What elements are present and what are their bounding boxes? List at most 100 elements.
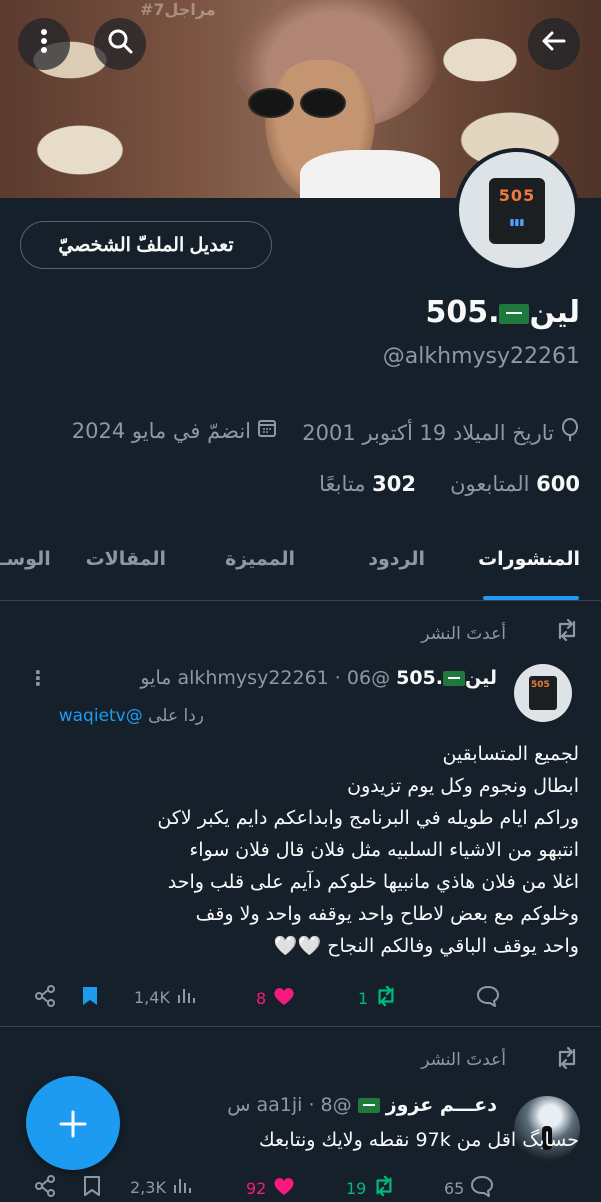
calendar-icon — [257, 418, 277, 443]
join-date: انضمّ في مايو 2024 — [72, 418, 277, 443]
post-line: حسابگ اقل من 97k نقطه ولايك ونتابعك — [258, 1129, 579, 1151]
repost-action[interactable]: 19 — [346, 1175, 396, 1202]
sunglasses-right — [300, 88, 346, 118]
profile-name: لين .505 — [425, 295, 580, 330]
compose-button[interactable] — [26, 1076, 120, 1170]
share-action[interactable] — [34, 985, 56, 1012]
banner-watermark: #مراجل7 — [140, 0, 216, 19]
tab-media[interactable]: الوسـ — [0, 548, 51, 570]
post-divider — [0, 1026, 601, 1027]
repost-icon — [374, 985, 398, 1012]
share-icon — [34, 1175, 56, 1202]
search-icon — [106, 27, 134, 62]
balloon-icon — [560, 418, 580, 447]
like-action[interactable]: 8 — [256, 985, 296, 1012]
more-button[interactable] — [18, 18, 70, 70]
post-body: لجميع المتسابقين ابطال ونجوم وكل يوم تزي… — [99, 738, 579, 962]
views-action[interactable]: 2,3K — [130, 1175, 192, 1200]
repost-icon — [372, 1175, 396, 1202]
repost-icon — [554, 1046, 580, 1076]
heart-icon — [272, 1175, 296, 1202]
bookmark-icon — [82, 1175, 102, 1202]
followers-count: 600 — [536, 472, 580, 496]
post-more-icon[interactable]: ⋮ — [28, 666, 48, 690]
comment-icon — [470, 1175, 494, 1202]
following-count: 302 — [372, 472, 416, 496]
post-author-name[interactable]: دعـــم عزوز — [386, 1094, 497, 1116]
like-count: 92 — [246, 1179, 267, 1198]
like-action[interactable]: 92 — [246, 1175, 296, 1202]
post-handle-time: @aa1ji · 8 س — [227, 1094, 352, 1116]
reply-count: 65 — [444, 1179, 465, 1198]
followers-label: المتابعون — [450, 472, 530, 496]
profile-handle: @alkhmysy22261 — [382, 344, 580, 369]
edit-profile-button[interactable]: تعديل الملفّ الشخصيّ — [20, 221, 272, 269]
post-avatar[interactable]: 505 — [514, 664, 572, 722]
comment-icon — [476, 985, 500, 1012]
avatar-device: 505 — [529, 676, 557, 710]
repost-count: 19 — [346, 1179, 367, 1198]
reposted-label: أعدتَ النشر — [421, 1050, 506, 1070]
share-icon — [34, 985, 56, 1012]
reply-to-line: ردا على @waqietv — [59, 706, 204, 726]
reply-to-link[interactable]: @waqietv — [59, 706, 143, 726]
search-button[interactable] — [94, 18, 146, 70]
views-count: 1,4K — [134, 988, 170, 1007]
post-line: ابطال ونجوم وكل يوم تزيدون — [347, 775, 579, 797]
tab-highlights[interactable]: المميزة — [225, 548, 295, 570]
post-line: لجميع المتسابقين — [442, 743, 579, 765]
post-line: وراكم ايام طويله في البرنامج وابداعكم دا… — [157, 807, 579, 829]
share-action[interactable] — [34, 1175, 56, 1202]
saudi-flag-icon — [499, 303, 530, 324]
bookmark-action[interactable] — [80, 985, 100, 1012]
banner-cloth — [300, 150, 440, 198]
following-link[interactable]: 302 متابعًا — [319, 472, 416, 496]
followers-link[interactable]: 600 المتابعون — [450, 472, 580, 496]
profile-name-text: لين — [529, 295, 580, 330]
reply-action[interactable] — [470, 985, 500, 1012]
tab-articles[interactable]: المقالات — [86, 548, 166, 570]
post-line: اغلا من فلان هاذي مانبيها خلوكم دآيم على… — [167, 871, 579, 893]
bar-chart-icon — [176, 985, 196, 1010]
views-count: 2,3K — [130, 1178, 166, 1197]
post-handle-time: @alkhmysy22261 · 06 مايو — [140, 667, 391, 689]
reply-prefix: ردا على — [148, 706, 204, 726]
saudi-flag-icon — [357, 1098, 380, 1113]
repost-icon — [554, 618, 580, 648]
back-arrow-icon — [540, 27, 568, 62]
back-button[interactable] — [528, 18, 580, 70]
repost-action[interactable]: 1 — [358, 985, 398, 1012]
post-body: حسابگ اقل من 97k نقطه ولايك ونتابعك — [99, 1124, 579, 1156]
avatar-display-text: 505 — [531, 680, 550, 690]
saudi-flag-icon — [443, 671, 465, 686]
post-header: لين .505 @alkhmysy22261 · 06 مايو — [140, 667, 497, 689]
views-action[interactable]: 1,4K — [134, 985, 196, 1010]
birth-date-text: تاريخ الميلاد 19 أكتوبر 2001 — [302, 420, 554, 445]
post-line: وخلوكم مع بعض لاطاح واحد يوقفه واحد ولا … — [195, 903, 579, 925]
like-count: 8 — [256, 989, 267, 1008]
join-date-text: انضمّ في مايو 2024 — [71, 418, 251, 443]
repost-count: 1 — [358, 989, 369, 1008]
more-vertical-icon — [39, 27, 49, 62]
post-line: انتبهو من الاشياء السلبيه مثل فلان قال ف… — [189, 839, 579, 861]
birth-date: تاريخ الميلاد 19 أكتوبر 2001 — [302, 418, 580, 447]
avatar-device: 505 ▮▮▮ — [489, 178, 545, 244]
sunglasses-left — [248, 88, 294, 118]
bookmark-icon — [80, 985, 100, 1012]
avatar-blue-digits: ▮▮▮ — [509, 218, 525, 228]
profile-avatar[interactable]: 505 ▮▮▮ — [455, 148, 579, 272]
avatar-display-text: 505 — [498, 186, 536, 205]
post-header: دعـــم عزوز @aa1ji · 8 س — [227, 1094, 497, 1116]
tab-replies[interactable]: الردود — [368, 548, 425, 570]
post-author-name[interactable]: لين .505 — [396, 667, 497, 689]
reposted-label: أعدتَ النشر — [421, 624, 506, 644]
reply-action[interactable]: 65 — [444, 1175, 494, 1202]
profile-name-suffix: .505 — [425, 295, 500, 330]
post-line: واحد يوقف الباقي وفالكم النجاح 🤍🤍 — [273, 935, 579, 957]
following-label: متابعًا — [319, 472, 366, 496]
tab-posts[interactable]: المنشورات — [478, 548, 580, 570]
post-author-name-suffix: .505 — [396, 667, 443, 689]
bookmark-action[interactable] — [82, 1175, 102, 1202]
bar-chart-icon — [172, 1175, 192, 1200]
heart-icon — [272, 985, 296, 1012]
